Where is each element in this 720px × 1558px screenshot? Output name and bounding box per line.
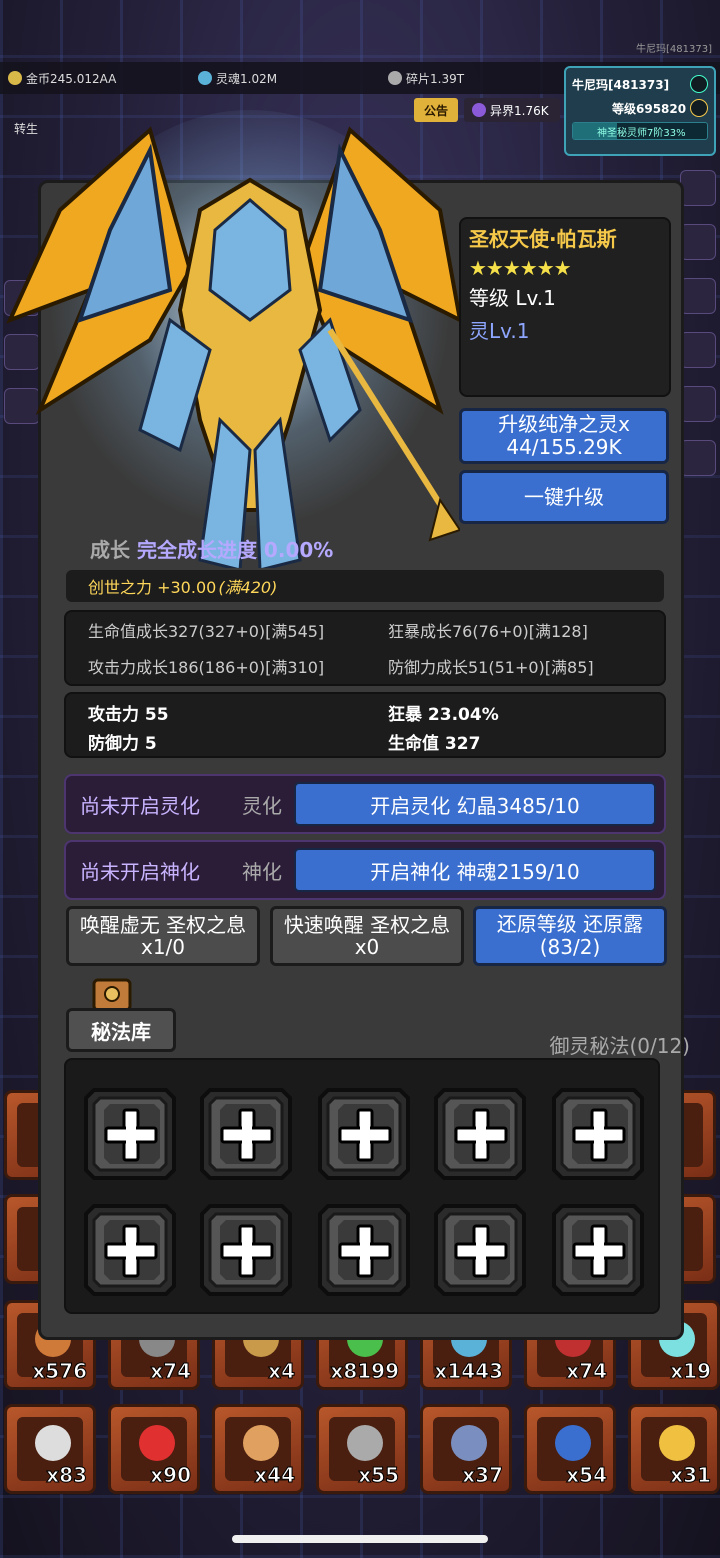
add-icon bbox=[434, 1204, 526, 1296]
inventory-slot[interactable]: x37 bbox=[420, 1404, 512, 1494]
growth-stat: 狂暴成长76(76+0)[满128] bbox=[388, 622, 588, 641]
attack-stat: 攻击力 55 bbox=[88, 705, 169, 725]
spiritualize-state: 尚未开启灵化 bbox=[80, 793, 200, 818]
deify-kind: 神化 bbox=[242, 859, 282, 884]
empty-spell-slot[interactable] bbox=[76, 1080, 184, 1188]
settings-icon[interactable] bbox=[680, 170, 716, 206]
hero-star-rating: ★★★★★★ bbox=[469, 256, 572, 280]
task-icon[interactable] bbox=[680, 224, 716, 260]
empty-spell-slot[interactable] bbox=[76, 1196, 184, 1304]
empty-spell-slot[interactable] bbox=[426, 1196, 534, 1304]
inventory-slot[interactable]: x55 bbox=[316, 1404, 408, 1494]
one-click-upgrade-button[interactable]: 一键升级 bbox=[459, 470, 669, 524]
inventory-slot[interactable]: x54 bbox=[524, 1404, 616, 1494]
growth-progress: 成长 完全成长进度 0.00% bbox=[90, 534, 333, 563]
quick-awaken-button[interactable]: 快速唤醒 圣权之息x0 bbox=[270, 906, 464, 966]
empty-spell-slot[interactable] bbox=[544, 1080, 652, 1188]
spell-library-tab[interactable]: 秘法库 bbox=[66, 1008, 176, 1052]
creation-power-max: (满420) bbox=[218, 578, 278, 597]
leaf-icon bbox=[243, 1425, 279, 1461]
hero-name: 圣权天使·帕瓦斯 bbox=[469, 227, 617, 251]
speed-icon[interactable] bbox=[690, 75, 708, 93]
add-icon bbox=[200, 1088, 292, 1180]
rage-stat: 狂暴 23.04% bbox=[388, 705, 499, 725]
empty-spell-slot[interactable] bbox=[426, 1080, 534, 1188]
add-icon bbox=[552, 1204, 644, 1296]
growth-stat: 生命值成长327(327+0)[满545] bbox=[88, 622, 325, 641]
empty-spell-slot[interactable] bbox=[544, 1196, 652, 1304]
add-icon bbox=[434, 1088, 526, 1180]
right-side-menu bbox=[680, 170, 716, 476]
angel-hero-portrait bbox=[6, 110, 460, 572]
title-progress: 神圣秘灵师7阶33% bbox=[572, 122, 708, 140]
flame-icon bbox=[659, 1425, 695, 1461]
player-name: 牛尼玛[481373] bbox=[572, 77, 670, 92]
spiritualize-row: 尚未开启灵化 灵化 开启灵化 幻晶3485/10 bbox=[64, 774, 666, 834]
growth-value: 完全成长进度 0.00% bbox=[136, 538, 334, 562]
summon-icon[interactable] bbox=[680, 278, 716, 314]
restore-level-button[interactable]: 还原等级 还原露 (83/2) bbox=[473, 906, 667, 966]
combat-stats-panel: 攻击力 55 狂暴 23.04% 防御力 5 生命值 327 bbox=[64, 692, 666, 758]
chat-icon[interactable] bbox=[680, 440, 716, 476]
open-deify-button[interactable]: 开启神化 神魂2159/10 bbox=[294, 848, 656, 892]
hero-info-box: 圣权天使·帕瓦斯 ★★★★★★ 等级 Lv.1 灵Lv.1 bbox=[459, 217, 671, 397]
add-icon bbox=[200, 1204, 292, 1296]
hero-spirit-level: 灵Lv.1 bbox=[469, 319, 530, 343]
inventory-slot[interactable]: x83 bbox=[4, 1404, 96, 1494]
soul-icon bbox=[198, 71, 212, 85]
empty-spell-slot[interactable] bbox=[310, 1080, 418, 1188]
creation-power-text: 创世之力 +30.00 bbox=[88, 578, 217, 597]
add-icon bbox=[84, 1204, 176, 1296]
inventory-slot[interactable]: x31 bbox=[628, 1404, 720, 1494]
gold-resource: 金币245.012AA bbox=[8, 70, 178, 87]
creation-power-bar: 创世之力 +30.00 (满420) bbox=[64, 568, 666, 604]
awaken-void-button[interactable]: 唤醒虚无 圣权之息x1/0 bbox=[66, 906, 260, 966]
growth-stat: 攻击力成长186(186+0)[满310] bbox=[88, 658, 325, 677]
horn-icon bbox=[451, 1425, 487, 1461]
gold-icon bbox=[8, 71, 22, 85]
growth-stat: 防御力成长51(51+0)[满85] bbox=[388, 658, 594, 677]
top-player-tag: 牛尼玛[481373] bbox=[636, 44, 712, 55]
growth-label: 成长 bbox=[90, 538, 130, 562]
flask-icon bbox=[35, 1425, 71, 1461]
realm-icon[interactable] bbox=[680, 386, 716, 422]
inventory-slot[interactable]: x90 bbox=[108, 1404, 200, 1494]
realm-counter[interactable]: 异界1.76K bbox=[464, 98, 560, 122]
empty-spell-slot[interactable] bbox=[192, 1196, 300, 1304]
player-level: 等级695820 bbox=[612, 101, 687, 116]
deify-row: 尚未开启神化 神化 开启神化 神魂2159/10 bbox=[64, 840, 666, 900]
defense-stat: 防御力 5 bbox=[88, 734, 157, 754]
hp-stat: 生命值 327 bbox=[388, 734, 481, 754]
add-icon bbox=[318, 1204, 410, 1296]
inventory-row-2: x83 x90 x44 x55 x37 x54 x31 bbox=[0, 1404, 720, 1500]
empty-spell-slot[interactable] bbox=[192, 1080, 300, 1188]
empty-spell-slot[interactable] bbox=[310, 1196, 418, 1304]
hero-level: 等级 Lv.1 bbox=[469, 286, 556, 310]
add-icon bbox=[552, 1088, 644, 1180]
deify-state: 尚未开启神化 bbox=[80, 859, 200, 884]
growth-stats-panel: 生命值成长327(327+0)[满545] 狂暴成长76(76+0)[满128]… bbox=[64, 610, 666, 686]
soul-resource: 灵魂1.02M bbox=[198, 70, 368, 87]
inventory-slot[interactable]: x44 bbox=[212, 1404, 304, 1494]
dagger-icon bbox=[347, 1425, 383, 1461]
crown-icon bbox=[690, 99, 708, 117]
eye-gem-icon bbox=[555, 1425, 591, 1461]
shard-icon bbox=[388, 71, 402, 85]
shop-icon[interactable] bbox=[680, 332, 716, 368]
player-card[interactable]: 牛尼玛[481373] 等级695820 神圣秘灵师7阶33% bbox=[564, 66, 716, 156]
home-indicator[interactable] bbox=[232, 1535, 488, 1543]
open-spiritualize-button[interactable]: 开启灵化 幻晶3485/10 bbox=[294, 782, 656, 826]
ruby-icon bbox=[139, 1425, 175, 1461]
shard-resource: 碎片1.39T bbox=[388, 70, 558, 87]
spell-count: 御灵秘法(0/12) bbox=[549, 1034, 690, 1058]
add-icon bbox=[318, 1088, 410, 1180]
add-icon bbox=[84, 1088, 176, 1180]
upgrade-button[interactable]: 升级纯净之灵x 44/155.29K bbox=[459, 408, 669, 464]
realm-icon bbox=[472, 103, 486, 117]
spiritualize-kind: 灵化 bbox=[242, 793, 282, 818]
